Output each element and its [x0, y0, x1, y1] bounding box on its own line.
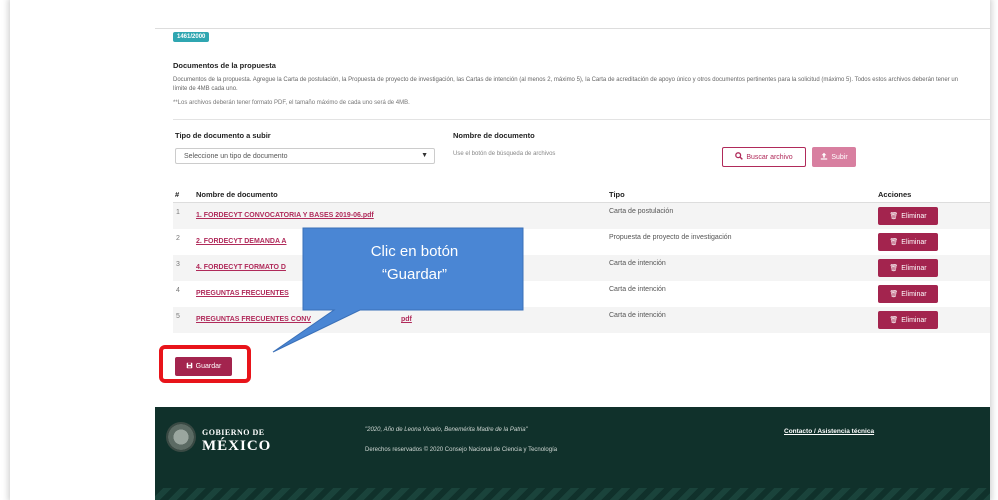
document-link[interactable]: 2. FORDECYT DEMANDA A	[196, 238, 286, 245]
trash-icon: 🗑	[889, 316, 899, 324]
table-row: 4 PREGUNTAS FRECUENTES Carta de intenció…	[173, 281, 990, 307]
table-row: 2 2. FORDECYT DEMANDA A Propuesta de pro…	[173, 229, 990, 255]
doc-type-select[interactable]: Seleccione un tipo de documento ▼	[175, 148, 435, 164]
delete-button[interactable]: 🗑 Eliminar	[878, 285, 938, 303]
col-header-name: Nombre de documento	[196, 190, 278, 199]
gov-logo-line2: MÉXICO	[202, 438, 272, 454]
coat-of-arms-icon	[166, 422, 196, 452]
save-highlight-box	[159, 345, 251, 383]
file-format-note: **Los archivos deberán tener formato PDF…	[173, 100, 410, 106]
document-link[interactable]: PREGUNTAS FRECUENTES	[196, 290, 289, 297]
document-type: Carta de intención	[609, 286, 666, 293]
trash-icon: 🗑	[889, 238, 899, 246]
delete-label: Eliminar	[901, 290, 927, 298]
document-type: Carta de postulación	[609, 208, 674, 215]
row-number: 3	[176, 261, 180, 268]
col-header-type: Tipo	[609, 190, 625, 199]
callout-text: Clic en botón “Guardar”	[307, 240, 522, 286]
col-header-num: #	[175, 190, 180, 199]
trash-icon: 🗑	[889, 290, 899, 298]
document-link[interactable]: 1. FORDECYT CONVOCATORIA Y BASES 2019-06…	[196, 212, 374, 219]
doc-type-label: Tipo de documento a subir	[175, 131, 271, 140]
delete-button[interactable]: 🗑 Eliminar	[878, 259, 938, 277]
upload-icon	[820, 152, 828, 162]
contact-link[interactable]: Contacto / Asistencia técnica	[784, 428, 874, 435]
delete-button[interactable]: 🗑 Eliminar	[878, 311, 938, 329]
doc-type-placeholder: Seleccione un tipo de documento	[184, 153, 288, 160]
upload-button[interactable]: Subir	[812, 147, 856, 167]
trash-icon: 🗑	[889, 212, 899, 220]
search-file-label: Buscar archivo	[746, 153, 793, 161]
callout-line1: Clic en botón	[370, 243, 459, 260]
callout-line2: “Guardar”	[381, 266, 448, 283]
section-title: Documentos de la propuesta	[173, 61, 276, 70]
delete-label: Eliminar	[901, 316, 927, 324]
delete-label: Eliminar	[901, 212, 927, 220]
row-number: 5	[176, 313, 180, 320]
document-link[interactable]: PREGUNTAS FRECUENTES CONV	[196, 316, 311, 323]
divider	[155, 28, 990, 29]
col-header-actions: Acciones	[878, 190, 912, 199]
document-type: Carta de intención	[609, 312, 666, 319]
trash-icon: 🗑	[889, 264, 899, 272]
footer-pattern	[155, 488, 990, 500]
doc-name-helper: Use el botón de búsqueda de archivos	[453, 151, 556, 157]
table-row: 5 PREGUNTAS FRECUENTES CONV pdf Carta de…	[173, 307, 990, 333]
row-number: 1	[176, 209, 180, 216]
document-link[interactable]: 4. FORDECYT FORMATO D	[196, 264, 286, 271]
delete-label: Eliminar	[901, 264, 927, 272]
caret-down-icon: ▼	[421, 152, 428, 159]
doc-name-label: Nombre de documento	[453, 131, 535, 140]
row-number: 4	[176, 287, 180, 294]
table-row: 1 1. FORDECYT CONVOCATORIA Y BASES 2019-…	[173, 203, 990, 229]
progress-badge: 1461/2000	[173, 32, 210, 42]
search-icon	[735, 152, 744, 162]
search-file-button[interactable]: Buscar archivo	[722, 147, 806, 167]
footer: GOBIERNO DE MÉXICO "2020, Año de Leona V…	[155, 407, 990, 500]
delete-button[interactable]: 🗑 Eliminar	[878, 233, 938, 251]
document-type: Carta de intención	[609, 260, 666, 267]
row-number: 2	[176, 235, 180, 242]
delete-button[interactable]: 🗑 Eliminar	[878, 207, 938, 225]
divider	[173, 119, 990, 120]
gov-logo-line1: GOBIERNO DE	[202, 428, 265, 437]
page: 1461/2000 Documentos de la propuesta Doc…	[155, 0, 990, 500]
upload-label: Subir	[831, 153, 848, 161]
document-link-tail[interactable]: pdf	[401, 316, 412, 323]
table-row: 3 4. FORDECYT FORMATO D Carta de intenci…	[173, 255, 990, 281]
document-type: Propuesta de proyecto de investigación	[609, 234, 732, 241]
footer-quote: "2020, Año de Leona Vicario, Benemérita …	[365, 427, 528, 433]
section-description: Documentos de la propuesta. Agregue la C…	[173, 77, 958, 92]
footer-copyright: Derechos reservados © 2020 Consejo Nacio…	[365, 447, 558, 453]
delete-label: Eliminar	[901, 238, 927, 246]
